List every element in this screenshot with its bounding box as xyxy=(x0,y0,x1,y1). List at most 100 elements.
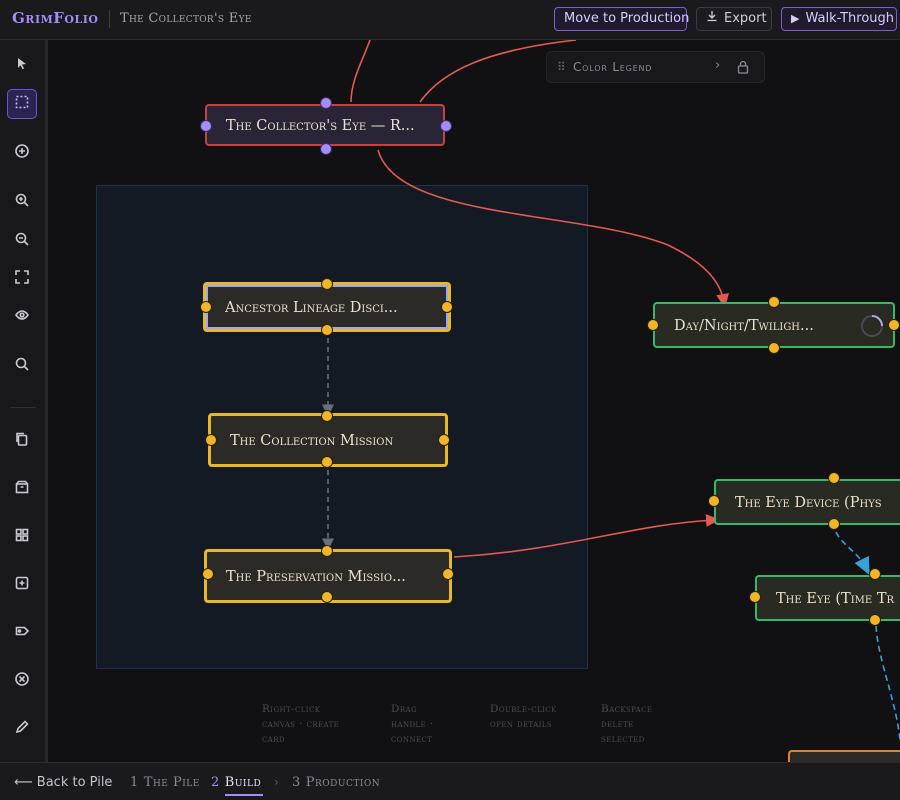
node-handle-top[interactable] xyxy=(828,472,840,484)
select-tool-button[interactable] xyxy=(7,51,37,81)
step-number: 2 xyxy=(211,775,220,790)
hint-line: Backspace xyxy=(601,703,653,715)
hint-line: canvas · create xyxy=(262,718,340,730)
color-legend-panel[interactable]: ⠿ Color Legend › xyxy=(546,51,765,83)
back-label: Back to Pile xyxy=(36,775,113,790)
node-handle-bottom[interactable] xyxy=(768,342,780,354)
document-title[interactable]: The Collector's Eye xyxy=(120,11,252,26)
hint-line: Double-click xyxy=(490,703,557,715)
node-handle-left[interactable] xyxy=(202,568,214,580)
node-label: The Eye (Time Tr xyxy=(776,591,895,607)
node-label: The Preservation Missio... xyxy=(226,569,406,585)
node-handle-top[interactable] xyxy=(869,568,881,580)
add-node-tool-button[interactable] xyxy=(7,138,37,168)
loading-spinner-icon xyxy=(859,313,885,357)
grid-tool-button[interactable] xyxy=(7,522,37,552)
node-handle-top[interactable] xyxy=(321,545,333,557)
node-handle-bottom[interactable] xyxy=(321,324,333,336)
hint-delete-selected: Backspace delete selected xyxy=(601,702,652,747)
chevron-right-icon[interactable]: › xyxy=(715,58,720,73)
step-number: 3 xyxy=(292,775,301,790)
step-label: The Pile xyxy=(143,775,200,790)
node-handle-right[interactable] xyxy=(440,120,452,132)
pencil-icon xyxy=(14,719,30,739)
node-handle-right[interactable] xyxy=(888,319,900,331)
hint-line: handle · xyxy=(391,718,434,730)
node-handle-left[interactable] xyxy=(749,591,761,603)
edge-preservation-to-eye-device xyxy=(453,514,721,558)
node-handle-right[interactable] xyxy=(442,568,454,580)
node-handle-bottom[interactable] xyxy=(828,518,840,530)
node-handle-top[interactable] xyxy=(320,97,332,109)
hint-open-details: Double-click open details xyxy=(490,702,557,732)
back-to-pile-link[interactable]: ⟵ Back to Pile xyxy=(14,775,112,790)
hint-line: selected xyxy=(601,733,645,745)
step-build[interactable]: 2 Build xyxy=(211,775,261,790)
active-step-underline xyxy=(225,794,263,796)
tag-icon xyxy=(14,623,30,643)
zoom-out-button[interactable] xyxy=(7,226,37,256)
hide-tool-button[interactable] xyxy=(7,302,37,332)
node-handle-top[interactable] xyxy=(321,278,333,290)
node-handle-left[interactable] xyxy=(205,434,217,446)
node-handle-bottom[interactable] xyxy=(320,143,332,155)
node-handle-left[interactable] xyxy=(200,301,212,313)
arrow-left-icon: ⟵ xyxy=(14,775,33,790)
marquee-tool-button[interactable] xyxy=(7,89,37,119)
export-label: Export xyxy=(724,11,767,26)
node-handle-bottom[interactable] xyxy=(321,591,333,603)
color-legend-label: Color Legend xyxy=(573,60,653,74)
step-label: Build xyxy=(224,775,262,790)
drag-grip-icon[interactable]: ⠿ xyxy=(557,60,566,74)
bottom-bar: ⟵ Back to Pile 1 The Pile 2 Build › 3 Produ… xyxy=(0,762,900,800)
app-brand[interactable]: GrimFolio xyxy=(12,9,98,27)
edit-tool-button[interactable] xyxy=(7,714,37,744)
node-handle-bottom[interactable] xyxy=(869,614,881,626)
connection-edges xyxy=(322,40,900,741)
node-eye-device[interactable]: The Eye Device (Phys xyxy=(714,479,900,525)
story-canvas[interactable]: The Collector's Eye — R... Ancestor Line… xyxy=(48,40,900,762)
node-handle-left[interactable] xyxy=(200,120,212,132)
hint-create-card: Right-click canvas · create card xyxy=(262,702,339,747)
node-handle-left[interactable] xyxy=(708,495,720,507)
step-the-pile[interactable]: 1 The Pile xyxy=(130,775,200,790)
walk-through-button[interactable]: ▶ Walk-Through xyxy=(781,7,897,31)
hint-line: connect xyxy=(391,733,433,745)
lock-icon[interactable] xyxy=(737,59,749,78)
fit-screen-icon xyxy=(14,269,30,289)
node-handle-right[interactable] xyxy=(441,301,453,313)
plus-square-icon xyxy=(14,575,30,595)
node-handle-bottom[interactable] xyxy=(321,456,333,468)
zoom-in-button[interactable] xyxy=(7,187,37,217)
zoom-in-icon xyxy=(14,192,30,212)
node-label: The Collector's Eye — R... xyxy=(226,118,415,134)
walk-through-label: Walk-Through xyxy=(805,11,895,26)
node-handle-top[interactable] xyxy=(321,410,333,422)
marquee-select-icon xyxy=(14,94,30,114)
search-tool-button[interactable] xyxy=(7,351,37,381)
duplicate-tool-button[interactable] xyxy=(7,426,37,456)
node-label: Ancestor Lineage Disci... xyxy=(225,300,398,316)
node-handle-right[interactable] xyxy=(438,434,450,446)
node-partial-orange[interactable] xyxy=(788,750,900,762)
group-tool-button[interactable] xyxy=(7,474,37,504)
add-card-tool-button[interactable] xyxy=(7,570,37,600)
edge-eye-time-downward xyxy=(875,625,900,741)
node-handle-left[interactable] xyxy=(647,319,659,331)
node-label: The Eye Device (Phys xyxy=(735,495,882,511)
node-collectors-eye[interactable]: The Collector's Eye — R... xyxy=(205,104,445,146)
step-production[interactable]: 3 Production xyxy=(292,775,380,790)
hint-line: card xyxy=(262,733,285,745)
zoom-out-icon xyxy=(14,231,30,251)
move-to-production-label: Move to Production xyxy=(564,11,690,26)
fit-view-button[interactable] xyxy=(7,264,37,294)
tag-tool-button[interactable] xyxy=(7,618,37,648)
eye-off-icon xyxy=(14,307,30,327)
node-label: The Collection Mission xyxy=(230,433,394,449)
box-icon xyxy=(14,479,30,499)
export-button[interactable]: Export xyxy=(696,7,772,31)
delete-tool-button[interactable] xyxy=(7,666,37,696)
move-to-production-button[interactable]: Move to Production xyxy=(554,7,690,31)
hint-line: Drag xyxy=(391,703,417,715)
node-handle-top[interactable] xyxy=(768,296,780,308)
